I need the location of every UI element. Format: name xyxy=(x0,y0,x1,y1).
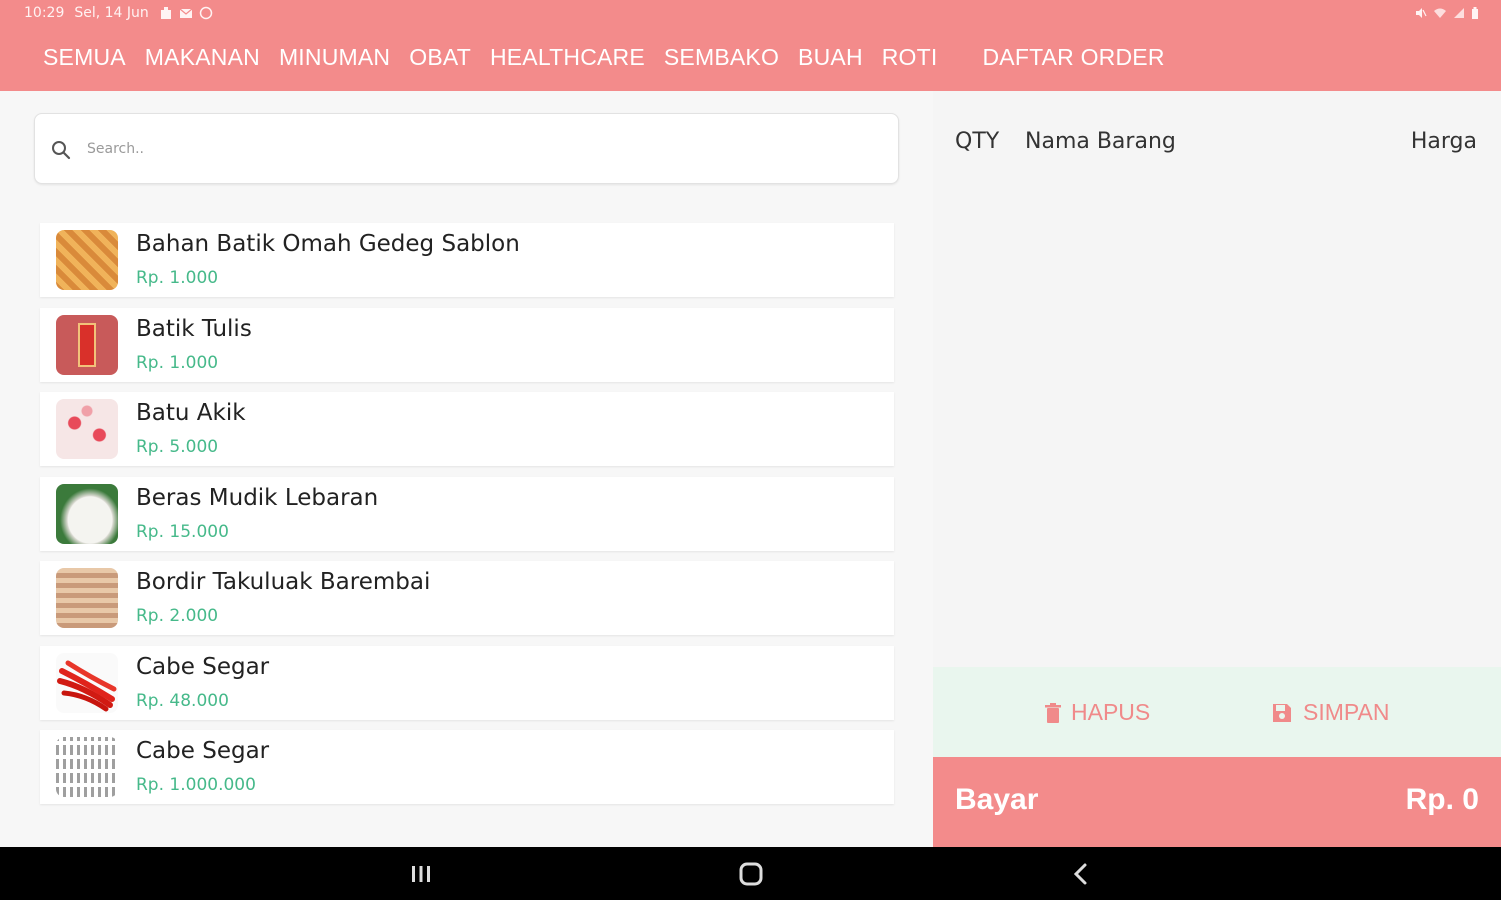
product-name: Cabe Segar xyxy=(136,653,270,680)
status-left: 10:29 Sel, 14 Jun xyxy=(24,5,213,21)
product-price: Rp. 15.000 xyxy=(136,521,229,542)
app-header: 10:29 Sel, 14 Jun SEMUA MAKANAN MINUMAN … xyxy=(0,0,1501,91)
product-price: Rp. 5.000 xyxy=(136,437,219,457)
home-icon[interactable] xyxy=(736,861,766,887)
product-image-batik-tulis xyxy=(56,314,118,375)
search-input[interactable] xyxy=(87,134,867,164)
status-right xyxy=(1415,7,1479,19)
save-icon xyxy=(1273,703,1291,722)
product-item[interactable]: Batik Tulis Rp. 1.000 xyxy=(40,307,894,382)
tab-daftar-order[interactable]: DAFTAR ORDER xyxy=(983,44,1165,71)
product-image-bordir xyxy=(56,568,118,628)
save-label: SIMPAN xyxy=(1303,699,1390,725)
search-icon xyxy=(52,141,71,160)
product-item[interactable]: Bordir Takuluak Barembai Rp. 2.000 xyxy=(40,561,894,635)
product-item[interactable]: Batu Akik Rp. 5.000 xyxy=(40,392,894,466)
notification-icons xyxy=(159,6,213,20)
column-item-name: Nama Barang xyxy=(1025,129,1176,154)
product-item[interactable]: Cabe Segar Rp. 1.000.000 xyxy=(40,730,894,804)
search-box xyxy=(34,113,899,184)
order-panel: QTY Nama Barang Harga HAPUS SIMPAN Bayar… xyxy=(933,91,1501,847)
tab-buah[interactable]: BUAH xyxy=(798,44,863,71)
product-image-cabe xyxy=(56,652,118,713)
delete-label: HAPUS xyxy=(1071,699,1151,725)
pay-button[interactable]: Bayar Rp. 0 xyxy=(933,757,1501,847)
tab-sembako[interactable]: SEMBAKO xyxy=(664,44,779,71)
recent-apps-icon[interactable] xyxy=(406,861,436,887)
tab-minuman[interactable]: MINUMAN xyxy=(279,44,390,71)
product-price: Rp. 2.000 xyxy=(136,606,219,626)
product-list: Bahan Batik Omah Gedeg Sablon Rp. 1.000 … xyxy=(40,223,894,815)
tab-roti[interactable]: ROTI xyxy=(882,44,938,71)
product-name: Bahan Batik Omah Gedeg Sablon xyxy=(136,231,520,257)
category-tabs: SEMUA MAKANAN MINUMAN OBAT HEALTHCARE SE… xyxy=(43,44,1184,71)
system-nav-bar xyxy=(0,847,1501,900)
product-name: Bordir Takuluak Barembai xyxy=(136,569,431,595)
product-item[interactable]: Cabe Segar Rp. 48.000 xyxy=(40,645,894,720)
product-price: Rp. 1.000.000 xyxy=(136,775,256,795)
product-price: Rp. 1.000 xyxy=(136,352,219,373)
tab-obat[interactable]: OBAT xyxy=(409,44,471,71)
product-name: Cabe Segar xyxy=(136,738,270,764)
mute-icon xyxy=(1416,8,1427,18)
tab-semua[interactable]: SEMUA xyxy=(43,44,126,71)
product-item[interactable]: Bahan Batik Omah Gedeg Sablon Rp. 1.000 xyxy=(40,223,894,297)
back-icon[interactable] xyxy=(1066,861,1096,887)
status-bar: 10:29 Sel, 14 Jun xyxy=(0,0,1501,30)
delete-button[interactable]: HAPUS xyxy=(1045,699,1150,726)
column-price: Harga xyxy=(1410,129,1477,154)
product-price: Rp. 1.000 xyxy=(136,268,219,288)
tab-healthcare[interactable]: HEALTHCARE xyxy=(490,44,645,71)
column-qty: QTY xyxy=(955,129,1000,154)
product-name: Beras Mudik Lebaran xyxy=(136,484,379,511)
product-item[interactable]: Beras Mudik Lebaran Rp. 15.000 xyxy=(40,476,894,551)
save-button[interactable]: SIMPAN xyxy=(1271,699,1389,726)
circle-status-icon xyxy=(199,6,213,20)
status-time: 10:29 xyxy=(24,5,65,21)
product-image-batik-fabric xyxy=(56,230,118,290)
product-image-beras xyxy=(56,483,118,544)
signal-icon xyxy=(1454,8,1464,18)
product-image-batu-akik xyxy=(56,399,118,459)
product-price: Rp. 48.000 xyxy=(136,690,229,711)
trash-icon xyxy=(1045,702,1061,723)
order-total: Rp. 0 xyxy=(1405,783,1479,816)
battery-icon xyxy=(1472,7,1478,19)
product-name: Batik Tulis xyxy=(136,315,252,342)
mail-icon xyxy=(179,8,193,18)
tab-makanan[interactable]: MAKANAN xyxy=(145,44,260,71)
pay-label: Bayar xyxy=(955,783,1039,816)
status-date: Sel, 14 Jun xyxy=(74,5,149,21)
product-panel: Bahan Batik Omah Gedeg Sablon Rp. 1.000 … xyxy=(0,91,933,847)
product-name: Batu Akik xyxy=(136,400,246,426)
wifi-icon xyxy=(1434,8,1446,18)
product-image-placeholder xyxy=(56,737,118,797)
order-actions: HAPUS SIMPAN xyxy=(933,667,1501,757)
notification-app-icon xyxy=(160,7,171,19)
